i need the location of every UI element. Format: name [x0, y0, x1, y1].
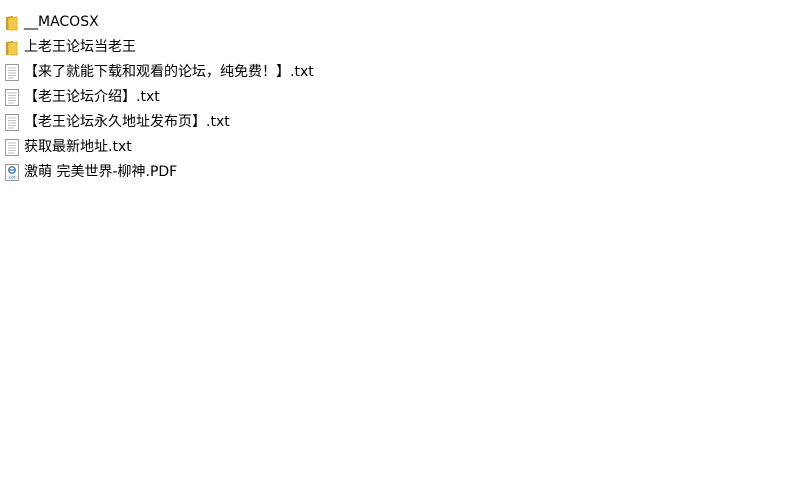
text-file-icon — [4, 89, 20, 107]
file-name: 【来了就能下载和观看的论坛，纯免费！】.txt — [24, 64, 314, 80]
file-name: __MACOSX — [24, 14, 99, 30]
text-file-icon — [4, 64, 20, 82]
svg-text:pdf: pdf — [9, 175, 16, 179]
file-item-pdf[interactable]: pdf 激萌 完美世界-柳神.PDF — [4, 160, 404, 185]
file-item-macosx-folder[interactable]: __MACOSX — [4, 10, 404, 35]
file-item-folder[interactable]: 上老王论坛当老王 — [4, 35, 404, 60]
pdf-file-icon: pdf — [4, 164, 20, 182]
file-item-txt[interactable]: 获取最新地址.txt — [4, 135, 404, 160]
file-name: 激萌 完美世界-柳神.PDF — [24, 164, 178, 180]
file-name: 获取最新地址.txt — [24, 139, 132, 155]
folder-icon — [4, 14, 20, 32]
file-item-txt[interactable]: 【老王论坛介绍】.txt — [4, 85, 404, 110]
folder-icon — [4, 39, 20, 57]
file-name: 【老王论坛永久地址发布页】.txt — [24, 114, 230, 130]
text-file-icon — [4, 139, 20, 157]
file-list: __MACOSX 上老王论坛当老王 【来了就能下载和观看的论坛，纯免费！】.tx… — [4, 10, 404, 185]
file-item-txt[interactable]: 【老王论坛永久地址发布页】.txt — [4, 110, 404, 135]
file-name: 上老王论坛当老王 — [24, 39, 136, 55]
file-name: 【老王论坛介绍】.txt — [24, 89, 160, 105]
file-item-txt[interactable]: 【来了就能下载和观看的论坛，纯免费！】.txt — [4, 60, 404, 85]
text-file-icon — [4, 114, 20, 132]
